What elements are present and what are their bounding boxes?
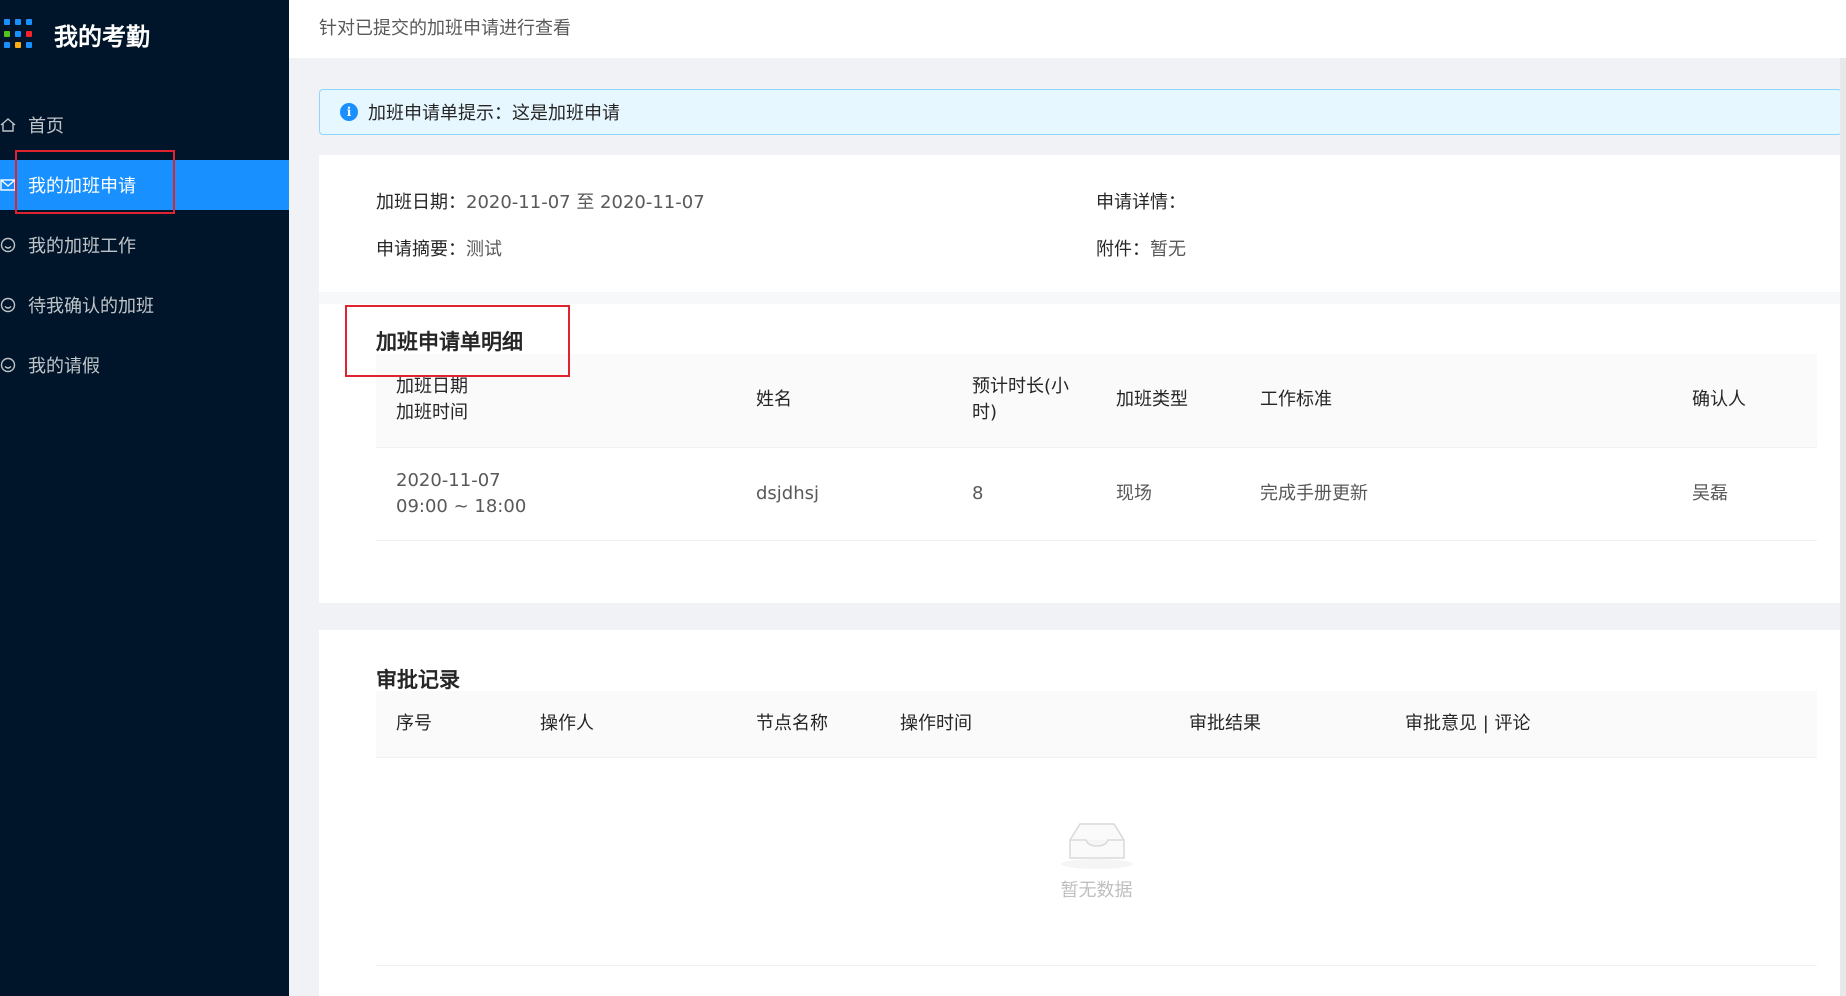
approval-card: 审批记录 序号 操作人 节点名称 操作时间 审批结果 审批意见 | 评论 暂无数… [319,630,1842,996]
sidebar-item-label: 我的加班工作 [28,236,136,257]
col-header-time: 操作时间 [880,691,1169,758]
info-icon: i [340,103,358,121]
application-abstract-field: 申请摘要：测试 [376,239,502,260]
table-row: 2020-11-07 09:00 ~ 18:00 dsjdhsj 8 现场 完成… [376,447,1817,541]
sidebar-item-home[interactable]: 首页 [0,100,289,150]
sidebar-item-label: 我的请假 [28,356,100,377]
app-grid-icon [4,19,34,49]
cell-duration: 8 [952,447,1096,541]
cell-standard: 完成手册更新 [1240,447,1672,541]
col-header-duration: 预计时长(小时) [952,354,1096,448]
logo-dot [26,30,32,37]
sidebar-item-my-leave[interactable]: 我的请假 [0,340,289,390]
logo-dot [15,19,21,25]
logo-dot [4,19,10,25]
sidebar: 我的考勤 首页 我的加班申请 我的加班工作 待我确认的加班 我的请假 [0,0,289,996]
page-subtitle: 针对已提交的加班申请进行查看 [319,18,571,39]
logo-dot [26,19,32,25]
col-header-standard: 工作标准 [1240,354,1672,448]
smile-icon [0,357,28,373]
inbox-icon [1060,823,1133,869]
sidebar-item-my-overtime-apply[interactable]: 我的加班申请 [0,160,289,210]
alert-text: 加班申请单提示：这是加班申请 [368,103,620,124]
col-header-date: 加班日期 加班时间 [376,354,736,448]
sidebar-item-pending-confirm[interactable]: 待我确认的加班 [0,280,289,330]
col-header-name: 姓名 [736,354,952,448]
approval-section-title: 审批记录 [376,668,460,692]
app-title: 我的考勤 [54,22,150,51]
logo-dot [15,30,21,37]
col-header-opinion: 审批意见 | 评论 [1385,691,1817,758]
page-scrollbar[interactable] [1840,58,1846,996]
cell-date: 2020-11-07 09:00 ~ 18:00 [376,447,736,541]
application-card: 加班日期：2020-11-07 至 2020-11-07 申请详情： 申请摘要：… [319,155,1842,603]
mail-icon [0,177,28,193]
page-header: 针对已提交的加班申请进行查看 [289,0,1846,58]
logo-dot [4,30,10,37]
empty-state: 暂无数据 [396,818,1797,904]
cell-name: dsjdhsj [736,447,952,541]
col-header-index: 序号 [376,691,520,758]
detail-section-title: 加班申请单明细 [376,330,523,354]
info-alert: i 加班申请单提示：这是加班申请 [319,89,1842,135]
logo-dot [26,42,32,49]
attachment-field: 附件：暂无 [1096,239,1186,260]
col-header-result: 审批结果 [1169,691,1385,758]
app-logo[interactable]: 我的考勤 [4,14,150,54]
overtime-date-field: 加班日期：2020-11-07 至 2020-11-07 [376,192,705,213]
empty-row: 暂无数据 [376,757,1817,966]
detail-table: 加班日期 加班时间 姓名 预计时长(小时) 加班类型 工作标准 确认人 2020… [376,354,1817,541]
empty-text: 暂无数据 [1060,880,1133,901]
col-header-confirmer: 确认人 [1672,354,1817,448]
sidebar-item-label: 首页 [28,116,64,137]
sidebar-item-label: 待我确认的加班 [28,296,154,317]
cell-confirmer: 吴磊 [1672,447,1817,541]
smile-icon [0,297,28,313]
smile-icon [0,237,28,253]
sidebar-item-my-overtime-work[interactable]: 我的加班工作 [0,220,289,270]
application-detail-field: 申请详情： [1096,192,1186,213]
card-divider [319,292,1842,304]
col-header-node: 节点名称 [736,691,880,758]
logo-dot [4,42,10,49]
sidebar-item-label: 我的加班申请 [28,176,136,197]
col-header-type: 加班类型 [1096,354,1240,448]
home-icon [0,117,28,133]
approval-table: 序号 操作人 节点名称 操作时间 审批结果 审批意见 | 评论 暂无数据 [376,691,1817,966]
logo-dot [15,42,21,49]
cell-type: 现场 [1096,447,1240,541]
sidebar-menu: 首页 我的加班申请 我的加班工作 待我确认的加班 我的请假 [0,100,289,400]
col-header-operator: 操作人 [520,691,736,758]
